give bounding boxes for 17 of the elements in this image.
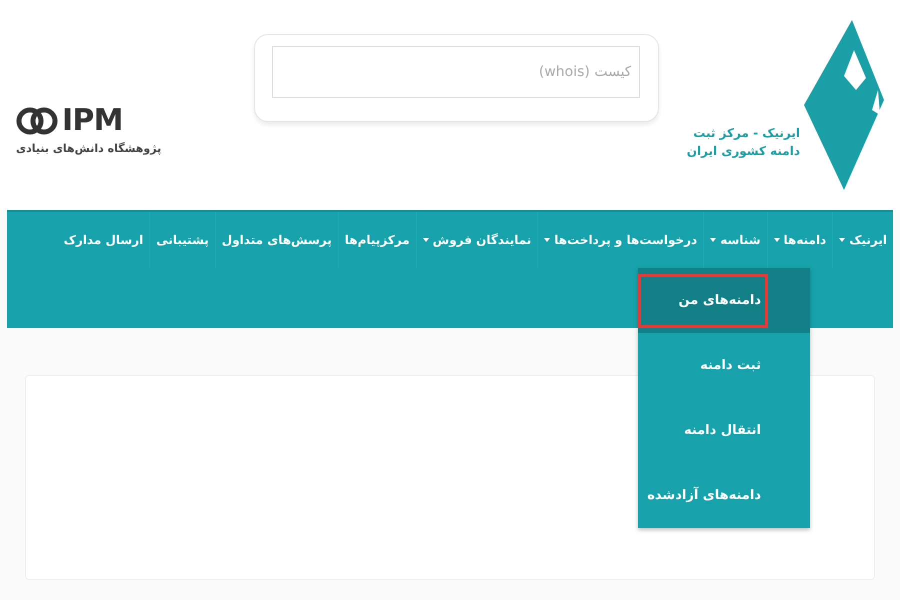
dropdown-item[interactable]: دامنه‌های آزادشده	[638, 463, 810, 528]
dropdown-item[interactable]: ثبت دامنه	[638, 333, 810, 398]
institute-name: پژوهشگاه دانش‌های بنیادی	[16, 141, 162, 157]
whois-field[interactable]: کیست (whois)	[272, 46, 640, 98]
brand-subtitle: دامنه کشوری ایران	[686, 143, 800, 160]
nav-item[interactable]: نمایندگان فروش	[416, 212, 538, 268]
dropdown-item[interactable]: انتقال دامنه	[638, 398, 810, 463]
nav-item[interactable]: مرکزپیام‌ها	[338, 212, 417, 268]
brand-title: ایرنیک - مرکز ثبت	[692, 125, 800, 142]
diamond-logo-icon	[804, 20, 884, 190]
nav-item[interactable]: ایرنیک	[833, 212, 893, 268]
interlocked-rings-icon	[16, 105, 58, 137]
nav-item[interactable]: پشتیبانی	[150, 212, 216, 268]
nav-item[interactable]: ارسال مدارک	[58, 212, 150, 268]
nav-item[interactable]: پرسش‌های متداول	[216, 212, 339, 268]
dropdown-item[interactable]: دامنه‌های من	[638, 268, 810, 333]
ipm-logo-text: IPM	[62, 106, 123, 136]
